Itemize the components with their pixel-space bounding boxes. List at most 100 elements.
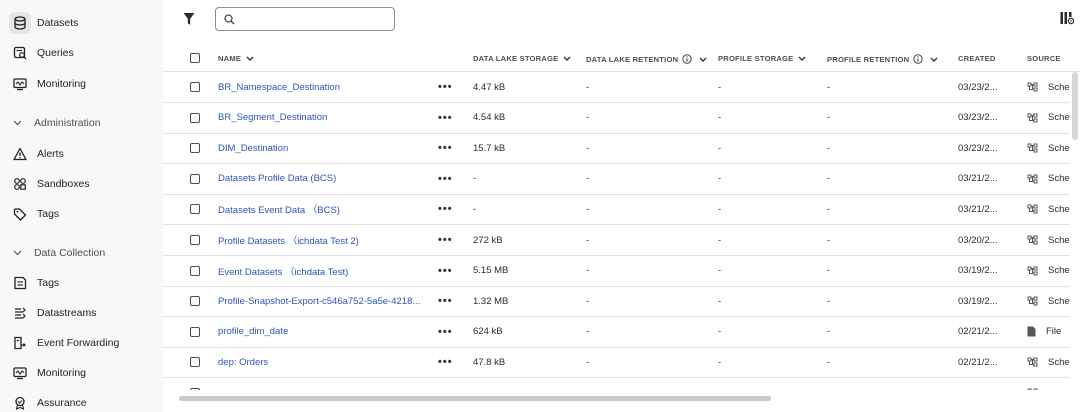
dataset-name-link[interactable]: profile_dim_date <box>218 317 428 347</box>
sidebar-item-datastreams[interactable]: Datastreams <box>0 298 163 328</box>
column-header-lake-storage[interactable]: DATA LAKE STORAGE <box>473 54 571 63</box>
dataset-name-link[interactable]: Event Datasets （ichdata Test) <box>218 256 428 286</box>
search-input[interactable] <box>241 13 381 25</box>
row-checkbox[interactable] <box>190 286 200 316</box>
column-header-name[interactable]: NAME <box>218 54 254 63</box>
dataset-name-link[interactable]: dep: Orders <box>218 347 428 377</box>
sidebar-item-label: Tags <box>37 277 60 289</box>
dataset-name-link[interactable]: Profile-Snapshot-Export-c546a752-5a5e-42… <box>218 286 428 316</box>
table-row[interactable]: dep: Orders ••• 47.8 kB - - - 02/21/2... Schem <box>163 347 1070 379</box>
column-header-label: NAME <box>218 54 242 63</box>
sidebar-item-tags-admin[interactable]: Tags <box>0 199 163 229</box>
sidebar-item-label: Event Forwarding <box>37 337 120 349</box>
dataset-name-link[interactable]: DIM_Destination <box>218 133 428 163</box>
column-settings-button[interactable] <box>1060 11 1075 25</box>
row-checkbox[interactable] <box>190 194 200 224</box>
row-more-actions-button[interactable]: ••• <box>438 72 453 102</box>
row-more-actions-button[interactable]: ••• <box>438 286 453 316</box>
data-lake-retention-value: - <box>586 173 590 185</box>
sidebar-item-monitoring-dc[interactable]: Monitoring <box>0 358 163 388</box>
info-icon[interactable] <box>913 54 923 64</box>
dataset-name-link[interactable]: Profile Datasets （ichdata Test 2) <box>218 225 428 255</box>
table-row[interactable]: DIM_Destination ••• 15.7 kB - - - 03/23/2... Sc… <box>163 133 1070 165</box>
row-more-actions-button[interactable]: ••• <box>438 256 453 286</box>
source-value: Schem <box>1048 142 1070 154</box>
created-date-value: 03/20/2... <box>958 234 998 246</box>
dataset-name-link[interactable] <box>218 378 428 390</box>
row-checkbox[interactable] <box>190 378 200 390</box>
column-header-created[interactable]: CREATED <box>958 54 996 63</box>
created-date-value: 03/19/2... <box>958 265 998 277</box>
row-more-actions-button[interactable]: ••• <box>438 317 453 347</box>
vertical-scrollbar[interactable] <box>1072 72 1078 140</box>
column-header-profile-storage[interactable]: PROFILE STORAGE <box>718 54 806 63</box>
created-date-value: 02/21/2... <box>958 326 998 338</box>
row-checkbox[interactable] <box>190 256 200 286</box>
source-cell: Schem <box>1027 103 1070 133</box>
select-all-checkbox[interactable] <box>190 53 200 63</box>
profile-retention-value: - <box>827 356 831 368</box>
created-date-value: 03/23/2... <box>958 142 998 154</box>
row-more-actions-button[interactable]: ••• <box>438 164 453 194</box>
search-field[interactable] <box>215 7 395 31</box>
table-row[interactable]: BR_Namespace_Destination ••• 4.47 kB - - - 03/… <box>163 72 1070 103</box>
sidebar-item-label: Monitoring <box>37 78 87 90</box>
row-checkbox[interactable] <box>190 103 200 133</box>
sidebar-item-queries[interactable]: Queries <box>0 38 163 68</box>
dataset-name-link[interactable]: Datasets Profile Data (BCS) <box>218 164 428 194</box>
dataset-name-link[interactable]: Datasets Event Data （BCS) <box>218 194 428 224</box>
column-header-source[interactable]: SOURCE <box>1027 54 1061 63</box>
sidebar-item-datasets[interactable]: Datasets <box>0 8 163 38</box>
chevron-down-icon <box>930 57 938 62</box>
table-row[interactable]: Event Datasets （ichdata Test) ••• 5.15 MB -… <box>163 256 1070 287</box>
row-checkbox[interactable] <box>190 317 200 347</box>
table-row[interactable]: Datasets Profile Data (BCS) ••• - - - - 03/21/… <box>163 164 1070 195</box>
row-checkbox[interactable] <box>190 133 200 163</box>
row-checkbox[interactable] <box>190 72 200 102</box>
sidebar-item-tags[interactable]: Tags <box>0 268 163 298</box>
schema-icon <box>1027 143 1043 153</box>
table-row[interactable]: BR_Segment_Destination ••• 4.54 kB - - - 03/23… <box>163 103 1070 134</box>
dataset-name-link[interactable]: BR_Segment_Destination <box>218 103 428 133</box>
sidebar-item-label: Datasets <box>37 17 79 29</box>
sidebar-item-alerts[interactable]: Alerts <box>0 139 163 169</box>
table-row[interactable]: Datasets Event Data （BCS) ••• - - - - 03/21/2.… <box>163 194 1070 226</box>
table-row[interactable]: Profile-Snapshot-Export-c546a752-5a5e-42… <box>163 286 1070 318</box>
dataset-name-link[interactable]: BR_Namespace_Destination <box>218 72 428 102</box>
section-administration[interactable]: Administration <box>0 112 163 134</box>
row-more-actions-button[interactable]: ••• <box>438 103 453 133</box>
table-row[interactable]: Profile Datasets （ichdata Test 2) ••• 272 … <box>163 225 1070 256</box>
section-data-collection[interactable]: Data Collection <box>0 242 163 264</box>
sidebar-item-sandboxes[interactable]: Sandboxes <box>0 169 163 199</box>
row-more-actions-button[interactable]: ••• <box>438 347 453 377</box>
info-icon[interactable] <box>682 54 692 64</box>
sidebar-item-event-forwarding[interactable]: Event Forwarding <box>0 328 163 358</box>
created-date-value: 03/21/2... <box>958 203 998 215</box>
row-more-actions-button[interactable]: ••• <box>438 194 453 224</box>
column-header-lake-retention[interactable]: DATA LAKE RETENTION <box>586 54 707 64</box>
assurance-icon <box>9 392 31 412</box>
sidebar-item-assurance[interactable]: Assurance <box>0 388 163 412</box>
table-row[interactable] <box>163 378 1070 390</box>
profile-retention-value: - <box>827 81 831 93</box>
column-header-label: SOURCE <box>1027 54 1061 63</box>
sidebar-item-label: Queries <box>37 47 74 59</box>
row-more-actions-button[interactable]: ••• <box>438 225 453 255</box>
horizontal-scrollbar[interactable] <box>179 396 771 401</box>
created-date-value: 03/21/2... <box>958 173 998 185</box>
schema-icon <box>1027 388 1043 390</box>
row-more-actions-button[interactable]: ••• <box>438 133 453 163</box>
monitor-icon <box>9 362 31 384</box>
row-checkbox[interactable] <box>190 164 200 194</box>
source-cell: Schem <box>1027 347 1070 377</box>
row-checkbox[interactable] <box>190 225 200 255</box>
search-icon <box>224 13 235 24</box>
filter-button[interactable] <box>181 10 197 28</box>
table-row[interactable]: profile_dim_date ••• 624 kB - - - 02/21/2... Fi… <box>163 317 1070 348</box>
schema-icon <box>1027 113 1043 123</box>
column-header-profile-retention[interactable]: PROFILE RETENTION <box>827 54 938 64</box>
sidebar-item-monitoring[interactable]: Monitoring <box>0 69 163 99</box>
profile-storage-value: - <box>718 265 722 277</box>
source-cell: Schem <box>1027 225 1070 255</box>
row-checkbox[interactable] <box>190 347 200 377</box>
